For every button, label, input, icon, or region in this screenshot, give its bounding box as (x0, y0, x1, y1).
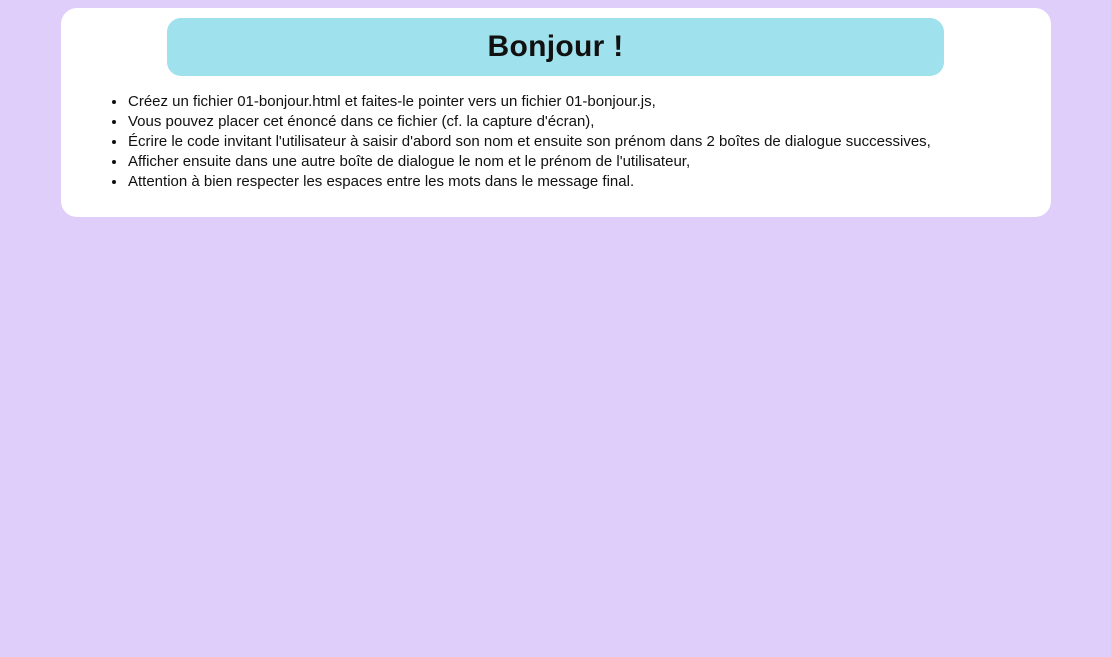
content-card: Bonjour ! Créez un fichier 01-bonjour.ht… (61, 8, 1051, 217)
title-banner: Bonjour ! (167, 18, 944, 76)
instructions-list: Créez un fichier 01-bonjour.html et fait… (109, 92, 931, 192)
list-item: Afficher ensuite dans une autre boîte de… (127, 152, 931, 172)
list-item: Attention à bien respecter les espaces e… (127, 172, 931, 192)
list-item: Vous pouvez placer cet énoncé dans ce fi… (127, 112, 931, 132)
page-title: Bonjour ! (487, 30, 624, 63)
list-item: Créez un fichier 01-bonjour.html et fait… (127, 92, 931, 112)
list-item: Écrire le code invitant l'utilisateur à … (127, 132, 931, 152)
